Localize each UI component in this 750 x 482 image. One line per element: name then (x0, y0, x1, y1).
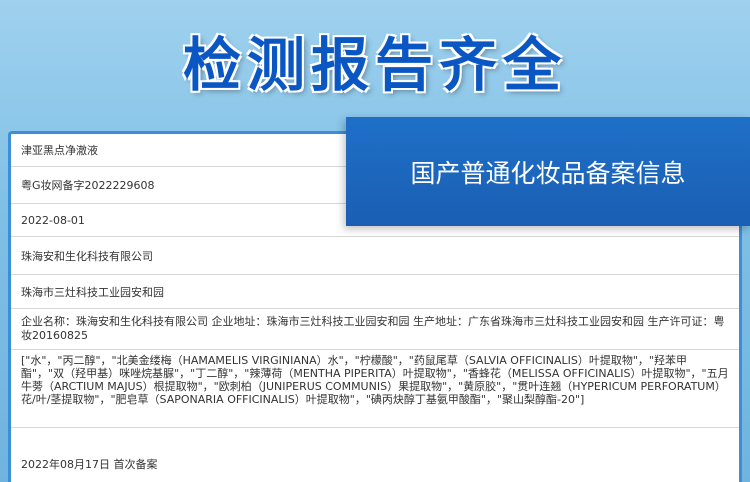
manufacturer-row: 企业名称：珠海安和生化科技有限公司 企业地址：珠海市三灶科技工业园安和园 生产地… (11, 309, 739, 350)
manufacturer-info: 企业名称：珠海安和生化科技有限公司 企业地址：珠海市三灶科技工业园安和园 生产地… (21, 315, 725, 342)
company-address: 珠海市三灶科技工业园安和园 (21, 285, 164, 299)
company-row: 珠海安和生化科技有限公司 (11, 237, 739, 275)
record-number: 粤G妆网备字2022229608 (21, 179, 155, 192)
ingredients-row: ["水"，"丙二醇"，"北美金缕梅（HAMAMELIS VIRGINIANA）水… (11, 350, 739, 428)
company-name: 珠海安和生化科技有限公司 (21, 249, 153, 263)
page-title: 检测报告齐全 (182, 31, 567, 99)
record-status: 2022年08月17日 首次备案 (21, 458, 158, 471)
ingredients-list: ["水"，"丙二醇"，"北美金缕梅（HAMAMELIS VIRGINIANA）水… (21, 354, 729, 406)
record-info-banner: 国产普通化妆品备案信息 (346, 117, 750, 226)
record-status-row: 2022年08月17日 首次备案 (11, 428, 739, 482)
address-row: 珠海市三灶科技工业园安和园 (11, 275, 739, 309)
product-name: 津亚黑点净澈液 (21, 144, 98, 157)
record-date: 2022-08-01 (21, 213, 85, 227)
